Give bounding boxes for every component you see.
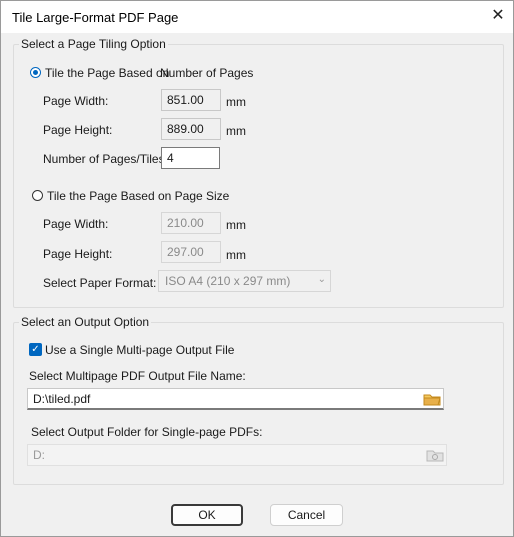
paper-format-label: Select Paper Format:: [43, 276, 157, 290]
multipage-file-label: Select Multipage PDF Output File Name:: [29, 369, 246, 383]
output-legend: Select an Output Option: [19, 315, 152, 329]
size-height-unit: mm: [226, 248, 246, 262]
paper-format-select: ISO A4 (210 x 297 mm) ⌄: [158, 270, 331, 292]
cancel-button[interactable]: Cancel: [270, 504, 343, 526]
tile-by-size-label[interactable]: Tile the Page Based on Page Size: [47, 189, 229, 203]
single-file-label[interactable]: Use a Single Multi-page Output File: [45, 343, 234, 357]
tiling-legend: Select a Page Tiling Option: [19, 37, 168, 51]
folder-search-icon: [424, 445, 446, 465]
tile-by-pages-label[interactable]: Tile the Page Based on: [45, 66, 169, 80]
size-height-label: Page Height:: [43, 247, 113, 261]
close-icon[interactable]: ✕: [488, 6, 508, 26]
size-height-value: 297.00: [161, 241, 221, 263]
page-height-unit: mm: [226, 124, 246, 138]
ok-button[interactable]: OK: [171, 504, 243, 526]
title-bar: Tile Large-Format PDF Page ✕: [1, 1, 513, 33]
folder-icon[interactable]: [421, 389, 443, 409]
multipage-file-input[interactable]: D:\tiled.pdf: [27, 388, 444, 410]
tiling-group: [13, 44, 504, 308]
size-width-unit: mm: [226, 218, 246, 232]
page-width-unit: mm: [226, 95, 246, 109]
paper-format-value: ISO A4 (210 x 297 mm): [165, 274, 291, 288]
single-file-checkbox[interactable]: ✓: [29, 343, 42, 356]
tile-by-pages-suffix: Number of Pages: [160, 66, 254, 80]
page-height-value: 889.00: [161, 118, 221, 140]
tiles-count-input[interactable]: 4: [161, 147, 220, 169]
page-width-label: Page Width:: [43, 94, 109, 108]
tile-by-size-radio[interactable]: [32, 190, 43, 201]
page-width-value: 851.00: [161, 89, 221, 111]
tile-by-pages-radio[interactable]: [30, 67, 41, 78]
page-height-label: Page Height:: [43, 123, 113, 137]
size-width-value: 210.00: [161, 212, 221, 234]
output-folder-label: Select Output Folder for Single-page PDF…: [31, 425, 263, 439]
tile-pdf-dialog: Tile Large-Format PDF Page ✕ Select a Pa…: [0, 0, 514, 537]
chevron-down-icon: ⌄: [317, 274, 326, 285]
tiles-count-label: Number of Pages/Tiles:: [43, 152, 168, 166]
output-folder-input: D:: [27, 444, 447, 466]
size-width-label: Page Width:: [43, 217, 109, 231]
window-title: Tile Large-Format PDF Page: [12, 10, 179, 25]
